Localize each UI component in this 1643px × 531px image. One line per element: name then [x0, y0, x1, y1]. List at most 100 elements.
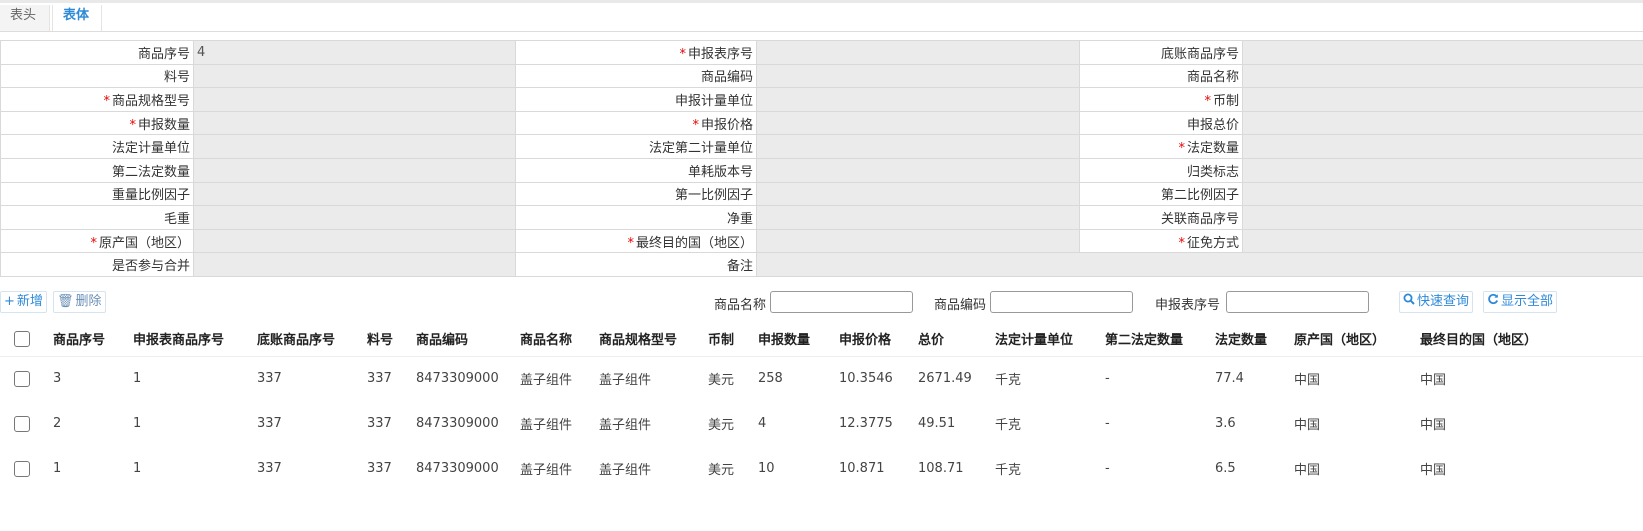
- form-value-field[interactable]: [1242, 228, 1643, 254]
- form-label: 商品名称: [1079, 63, 1243, 89]
- table-cell: 337: [257, 371, 282, 387]
- filter-seq-input[interactable]: [1226, 291, 1369, 313]
- form-value-field[interactable]: [193, 157, 516, 183]
- tab-header[interactable]: 表头: [0, 5, 50, 31]
- form-value-field[interactable]: [756, 205, 1080, 230]
- column-header[interactable]: 原产国（地区）: [1290, 322, 1416, 357]
- form-label-text: 单耗版本号: [687, 164, 753, 180]
- column-header[interactable]: 总价: [914, 322, 991, 357]
- form-label-text: 归类标志: [1186, 164, 1239, 180]
- required-mark: *: [627, 235, 634, 251]
- form-value-field[interactable]: [193, 87, 516, 112]
- column-header[interactable]: 申报数量: [754, 322, 835, 357]
- form-value-field[interactable]: [1242, 157, 1643, 183]
- column-header[interactable]: 商品规格型号: [595, 322, 704, 357]
- form-value-field[interactable]: [193, 252, 516, 277]
- form-value-field[interactable]: [1242, 40, 1643, 65]
- form-value-field[interactable]: [193, 205, 516, 230]
- form-value-field[interactable]: [1242, 110, 1643, 136]
- form-value-field[interactable]: [756, 63, 1080, 89]
- form-value-field[interactable]: [756, 110, 1080, 136]
- form-value-field[interactable]: [756, 181, 1080, 207]
- form-label: * 申报价格: [515, 110, 757, 136]
- form-value-field[interactable]: 4: [193, 40, 516, 65]
- column-header[interactable]: 商品序号: [49, 322, 129, 357]
- filter-code-input[interactable]: [990, 291, 1133, 313]
- column-header[interactable]: 申报表商品序号: [129, 322, 253, 357]
- table-cell: 盖子组件: [520, 373, 573, 389]
- filter-name-input[interactable]: [770, 291, 913, 313]
- add-button[interactable]: + 新增: [0, 291, 47, 313]
- row-checkbox[interactable]: [14, 460, 30, 477]
- delete-button[interactable]: 🗑 删除: [53, 291, 106, 313]
- table-cell: 77.4: [1215, 371, 1244, 387]
- column-header[interactable]: 币制: [704, 322, 754, 357]
- form-value-field[interactable]: [193, 110, 516, 136]
- column-header[interactable]: 商品名称: [516, 322, 595, 357]
- form-value-field[interactable]: [193, 181, 516, 207]
- table-cell: 中国: [1294, 373, 1321, 389]
- row-checkbox[interactable]: [14, 415, 30, 432]
- form-value-field[interactable]: [1242, 134, 1643, 159]
- table-cell: 1: [133, 461, 142, 476]
- form-value-field[interactable]: [756, 87, 1080, 112]
- search-icon: [1403, 292, 1415, 312]
- row-checkbox[interactable]: [14, 370, 30, 387]
- table-cell: 1: [53, 461, 62, 476]
- table-cell: 美元: [708, 463, 735, 478]
- form-label: * 征免方式: [1079, 228, 1243, 254]
- form-label-text: 申报计量单位: [674, 93, 753, 109]
- table-cell: 千克: [995, 463, 1022, 478]
- plus-icon: +: [4, 294, 15, 309]
- row-select-cell: [0, 356, 49, 401]
- column-header[interactable]: 最终目的国（地区）: [1416, 322, 1643, 357]
- tab-body[interactable]: 表体: [52, 5, 102, 31]
- table-row[interactable]: 1 1 337 337 8473309000 盖子组件 盖子组件 美元 10 10.871 108.…: [0, 446, 1643, 491]
- table-cell: 1: [133, 371, 142, 387]
- column-header[interactable]: 申报价格: [835, 322, 914, 357]
- table-cell: 千克: [995, 373, 1022, 389]
- table-cell: 盖子组件: [599, 463, 652, 478]
- form-value-field[interactable]: [193, 228, 516, 254]
- form-value-field[interactable]: [756, 157, 1080, 183]
- form-value-field[interactable]: [1242, 181, 1643, 207]
- form-label-text: 商品编码: [700, 70, 753, 86]
- form-label-text: 申报数量: [137, 117, 190, 133]
- required-mark: *: [103, 93, 110, 109]
- table-cell: 中国: [1420, 418, 1447, 433]
- required-mark: *: [679, 46, 686, 62]
- form-label-text: 第一比例因子: [674, 188, 753, 204]
- form-value-field[interactable]: [756, 228, 1080, 254]
- column-header[interactable]: 商品编码: [412, 322, 516, 357]
- form-label: 净重: [515, 205, 757, 230]
- column-header[interactable]: 法定数量: [1211, 322, 1290, 357]
- column-header[interactable]: 法定计量单位: [991, 322, 1101, 357]
- form-value-field[interactable]: [1242, 87, 1643, 112]
- form-value-field[interactable]: [1242, 205, 1643, 230]
- form-row: 第二法定数量 单耗版本号 归类标志: [0, 157, 1643, 183]
- form-value-field[interactable]: [756, 252, 1643, 277]
- form-label: * 商品规格型号: [0, 87, 194, 112]
- select-all-checkbox[interactable]: [14, 330, 30, 347]
- form-value-field[interactable]: [1242, 63, 1643, 89]
- table-row[interactable]: 2 1 337 337 8473309000 盖子组件 盖子组件 美元 4 12.3775 49.5…: [0, 401, 1643, 446]
- form-label: 关联商品序号: [1079, 205, 1243, 230]
- column-header[interactable]: 底账商品序号: [253, 322, 363, 357]
- table-row[interactable]: 3 1 337 337 8473309000 盖子组件 盖子组件 美元 258 10.3546 26…: [0, 356, 1643, 401]
- form-label-text: 原产国（地区）: [98, 235, 190, 251]
- form-label: 备注: [515, 252, 757, 277]
- column-header[interactable]: 第二法定数量: [1101, 322, 1211, 357]
- show-all-button[interactable]: 显示全部: [1483, 291, 1558, 313]
- form-value-field[interactable]: [756, 40, 1080, 65]
- trash-icon: 🗑: [57, 294, 74, 309]
- table-cell: 4: [758, 416, 767, 431]
- quick-query-button[interactable]: 快速查询: [1399, 291, 1474, 313]
- form-value-field[interactable]: [193, 134, 516, 159]
- form-value-field[interactable]: [193, 63, 516, 89]
- table-cell: 10.871: [839, 461, 885, 476]
- table-cell: 千克: [995, 418, 1022, 433]
- form-value-field[interactable]: [756, 134, 1080, 159]
- column-header[interactable]: 料号: [363, 322, 412, 357]
- form-label: * 法定数量: [1079, 134, 1243, 159]
- table-cell: 337: [367, 461, 392, 476]
